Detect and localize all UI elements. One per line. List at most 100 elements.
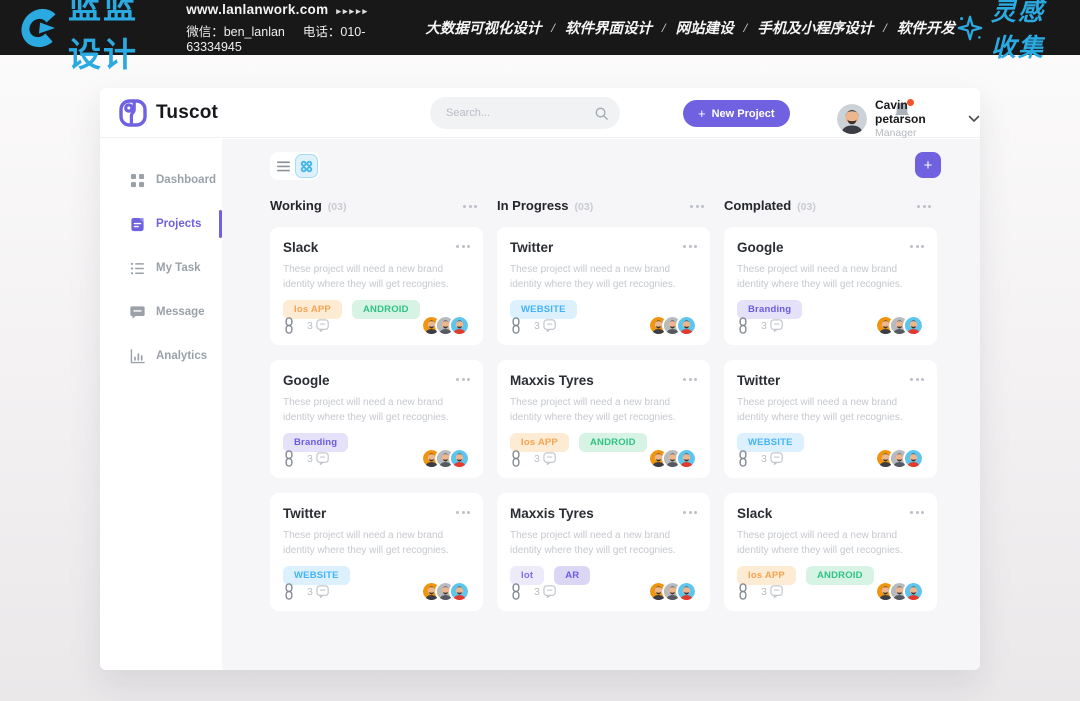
sidebar-item-dashboard[interactable]: Dashboard xyxy=(100,165,222,195)
comment-icon[interactable] xyxy=(543,585,557,598)
column-header: Complated(03) xyxy=(724,198,937,218)
card-description: These project will need a new brand iden… xyxy=(737,528,924,558)
link-icon[interactable] xyxy=(510,317,522,334)
comment-icon[interactable] xyxy=(770,452,784,465)
card-title: Maxxis Tyres xyxy=(510,506,697,521)
member-avatar[interactable] xyxy=(449,315,470,336)
user-menu[interactable]: Cavin petarson Manager xyxy=(837,98,980,139)
project-card[interactable]: TwitterThese project will need a new bra… xyxy=(497,227,710,345)
project-card[interactable]: GoogleThese project will need a new bran… xyxy=(724,227,937,345)
member-avatar[interactable] xyxy=(676,581,697,602)
more-icon[interactable] xyxy=(910,245,924,248)
sidebar-item-projects[interactable]: Projects xyxy=(100,209,222,239)
link-icon[interactable] xyxy=(283,583,295,600)
link-icon[interactable] xyxy=(737,317,749,334)
project-card[interactable]: Slack These project will need a new brand… xyxy=(724,493,937,611)
card-description: These project will need a new brand iden… xyxy=(283,262,470,292)
card-title: Slack xyxy=(737,506,924,521)
user-name: Cavin petarson xyxy=(875,98,956,126)
member-avatar[interactable] xyxy=(903,581,924,602)
banner-services-nav: 大数据可视化设计/软件界面设计/网站建设/手机及小程序设计/软件开发 xyxy=(425,17,955,38)
kanban-board: + Working(03)SlackThese project will nee… xyxy=(222,139,980,670)
comment-count: 3 xyxy=(761,586,767,598)
more-icon[interactable] xyxy=(456,378,470,381)
more-icon[interactable] xyxy=(683,378,697,381)
more-icon[interactable] xyxy=(683,511,697,514)
user-avatar[interactable] xyxy=(837,104,867,134)
banner-service-item[interactable]: 大数据可视化设计 xyxy=(425,17,541,38)
project-card[interactable]: Maxxis TyresThese project will need a ne… xyxy=(497,360,710,478)
more-icon[interactable] xyxy=(917,205,931,208)
banner-service-item[interactable]: 手机及小程序设计 xyxy=(757,17,873,38)
comment-icon[interactable] xyxy=(770,585,784,598)
add-column-button[interactable]: + xyxy=(915,152,941,178)
more-icon[interactable] xyxy=(690,205,704,208)
comment-icon[interactable] xyxy=(543,452,557,465)
more-icon[interactable] xyxy=(463,205,477,208)
comment-count: 3 xyxy=(307,453,313,465)
link-icon[interactable] xyxy=(283,450,295,467)
comment-icon[interactable] xyxy=(770,319,784,332)
sparkle-icon xyxy=(955,13,985,43)
project-card[interactable]: TwitterThese project will need a new bra… xyxy=(270,493,483,611)
link-icon[interactable] xyxy=(510,583,522,600)
sidebar-item-message[interactable]: Message xyxy=(100,297,222,327)
grid-view-icon xyxy=(299,159,314,174)
service-separator: / xyxy=(551,20,555,36)
banner-contact: www.lanlanwork.com▸▸▸▸▸ 微信：ben_lanlan电话：… xyxy=(186,2,381,54)
sidebar-item-analytics[interactable]: Analytics xyxy=(100,341,222,371)
more-icon[interactable] xyxy=(683,245,697,248)
comment-count: 3 xyxy=(307,586,313,598)
banner-brand: 蓝蓝设计 xyxy=(16,0,164,76)
banner-collect[interactable]: 灵感收集 xyxy=(955,0,1066,64)
link-icon[interactable] xyxy=(737,583,749,600)
banner-service-item[interactable]: 软件开发 xyxy=(897,17,955,38)
link-icon[interactable] xyxy=(510,450,522,467)
member-avatar[interactable] xyxy=(903,448,924,469)
banner-service-item[interactable]: 软件界面设计 xyxy=(565,17,652,38)
link-icon[interactable] xyxy=(737,450,749,467)
member-avatar[interactable] xyxy=(903,315,924,336)
more-icon[interactable] xyxy=(910,378,924,381)
sidebar-item-label: My Task xyxy=(156,262,201,274)
project-card[interactable]: SlackThese project will need a new brand… xyxy=(270,227,483,345)
comment-icon[interactable] xyxy=(316,319,330,332)
more-icon[interactable] xyxy=(456,245,470,248)
banner-service-item[interactable]: 网站建设 xyxy=(676,17,734,38)
member-avatar[interactable] xyxy=(676,448,697,469)
tuscot-logo-icon xyxy=(118,98,148,128)
link-icon[interactable] xyxy=(283,317,295,334)
user-meta: Cavin petarson Manager xyxy=(875,98,956,139)
search-icon[interactable] xyxy=(594,106,609,121)
list-view-button[interactable] xyxy=(272,154,295,178)
project-card[interactable]: GoogleThese project will need a new bran… xyxy=(270,360,483,478)
more-icon[interactable] xyxy=(910,511,924,514)
grid-view-button[interactable] xyxy=(295,154,318,178)
column-title: Working xyxy=(270,198,322,213)
member-avatars xyxy=(421,448,470,469)
member-avatars xyxy=(648,315,697,336)
card-description: These project will need a new brand iden… xyxy=(737,262,924,292)
column-header: In Progress(03) xyxy=(497,198,710,218)
new-project-button[interactable]: + New Project xyxy=(683,100,790,127)
comment-icon[interactable] xyxy=(316,452,330,465)
comment-icon[interactable] xyxy=(316,585,330,598)
sidebar-item-my-task[interactable]: My Task xyxy=(100,253,222,283)
card-footer: 3 xyxy=(737,581,924,602)
page: 蓝蓝设计 www.lanlanwork.com▸▸▸▸▸ 微信：ben_lanl… xyxy=(0,0,1080,701)
message-icon xyxy=(130,305,145,320)
search-input[interactable] xyxy=(430,107,594,119)
more-icon[interactable] xyxy=(456,511,470,514)
search-bar[interactable] xyxy=(430,97,620,129)
project-card[interactable]: TwitterThese project will need a new bra… xyxy=(724,360,937,478)
comment-icon[interactable] xyxy=(543,319,557,332)
member-avatar[interactable] xyxy=(449,581,470,602)
member-avatar[interactable] xyxy=(449,448,470,469)
member-avatar[interactable] xyxy=(676,315,697,336)
member-avatars xyxy=(421,315,470,336)
banner-website[interactable]: www.lanlanwork.com xyxy=(186,2,328,17)
chevron-down-icon[interactable] xyxy=(968,115,980,123)
new-project-label: New Project xyxy=(712,108,775,120)
project-card[interactable]: Maxxis TyresThese project will need a ne… xyxy=(497,493,710,611)
comment-count: 3 xyxy=(761,453,767,465)
